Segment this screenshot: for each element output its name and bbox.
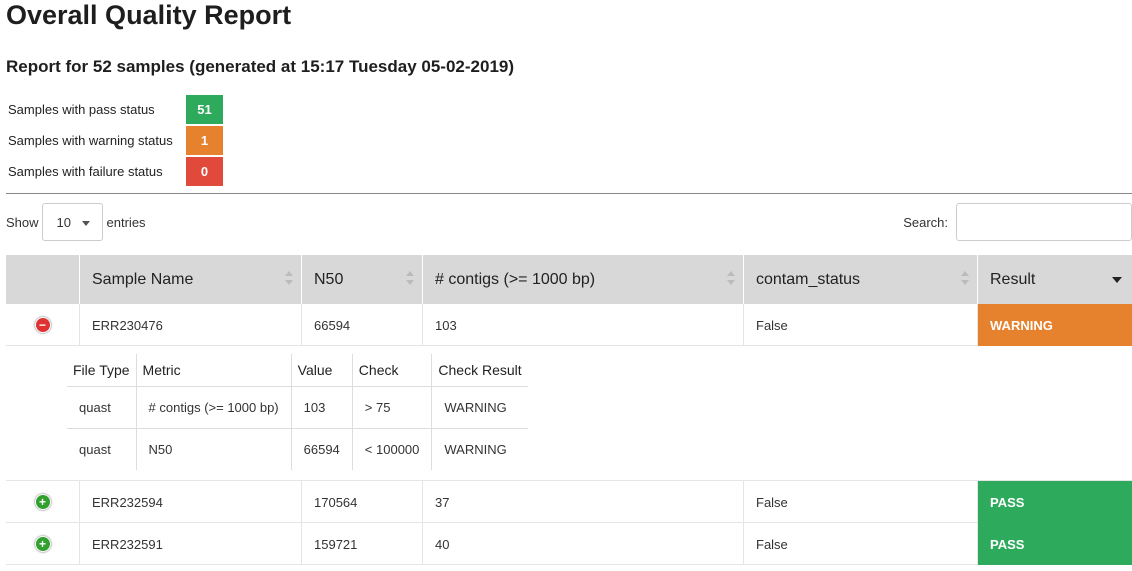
details-header-metric: Metric: [135, 354, 292, 387]
samples-table: Sample Name N50 # contigs (>= 1000 bp) c…: [6, 255, 1132, 565]
details-row: quast # contigs (>= 1000 bp) 103 > 75 WA…: [67, 386, 528, 429]
column-header-sample-name[interactable]: Sample Name: [79, 255, 301, 304]
page-title: Overall Quality Report: [6, 0, 292, 30]
summary-label: Samples with pass status: [8, 102, 155, 117]
search-label: Search:: [903, 214, 948, 230]
details-header-check-result: Check Result: [431, 354, 528, 387]
expand-icon[interactable]: +: [34, 536, 51, 552]
section-divider: [6, 193, 1132, 194]
summary-warning-row: Samples with warning status 1: [8, 125, 223, 156]
failure-count-badge: 0: [186, 157, 223, 186]
page-length-control: Show 10 entries: [6, 203, 146, 241]
column-header-contigs[interactable]: # contigs (>= 1000 bp): [422, 255, 743, 304]
summary-failure-row: Samples with failure status 0: [8, 156, 223, 187]
result-cell-pass: PASS: [977, 523, 1132, 565]
metric-cell: # contigs (>= 1000 bp): [135, 386, 292, 429]
contigs-cell: 37: [422, 481, 743, 523]
row-toggle-cell[interactable]: −: [6, 304, 79, 346]
summary-pass-row: Samples with pass status 51: [8, 94, 223, 125]
result-cell-warning: WARNING: [977, 304, 1132, 346]
table-row: − ERR230476 66594 103 False WARNING: [6, 304, 1132, 346]
row-toggle-cell[interactable]: +: [6, 481, 79, 523]
sample-name-cell: ERR232594: [79, 481, 301, 523]
search-control: Search:: [903, 203, 1132, 241]
column-header-toggle: [6, 255, 79, 304]
sort-icon: [961, 271, 969, 287]
warning-count-badge: 1: [186, 126, 223, 155]
column-header-label: Sample Name: [92, 270, 194, 288]
page-length-select[interactable]: 10: [41, 203, 103, 241]
row-toggle-cell[interactable]: +: [6, 523, 79, 565]
check-cell: > 75: [351, 386, 432, 429]
pass-count-badge: 51: [186, 95, 223, 124]
details-header-check: Check: [351, 354, 432, 387]
contam-status-cell: False: [743, 481, 977, 523]
table-header: Sample Name N50 # contigs (>= 1000 bp) c…: [6, 255, 1132, 304]
column-header-contam-status[interactable]: contam_status: [743, 255, 977, 304]
value-cell: 66594: [290, 428, 353, 470]
table-row: + ERR232594 170564 37 False PASS: [6, 481, 1132, 523]
summary-label: Samples with failure status: [8, 164, 163, 179]
sort-descending-icon: [1112, 277, 1122, 283]
column-header-label: contam_status: [756, 270, 861, 288]
details-row: quast N50 66594 < 100000 WARNING: [67, 428, 528, 470]
column-header-result[interactable]: Result: [977, 255, 1132, 304]
column-header-label: Result: [990, 270, 1036, 288]
metric-cell: N50: [135, 428, 292, 470]
caret-down-icon: [81, 221, 90, 226]
collapse-icon[interactable]: −: [34, 317, 51, 333]
sample-name-cell: ERR230476: [79, 304, 301, 346]
check-result-cell: WARNING: [431, 386, 528, 429]
result-cell-pass: PASS: [977, 481, 1132, 523]
sort-icon: [285, 271, 293, 287]
column-header-label: N50: [314, 270, 344, 288]
show-label: Show: [6, 214, 39, 230]
contam-status-cell: False: [743, 523, 977, 565]
entries-label: entries: [106, 214, 146, 230]
check-result-cell: WARNING: [431, 428, 528, 470]
check-details-table: File Type Metric Value Check Check Resul…: [67, 354, 528, 470]
n50-cell: 170564: [301, 481, 422, 523]
contam-status-cell: False: [743, 304, 977, 346]
value-cell: 103: [290, 386, 353, 429]
search-input[interactable]: [956, 203, 1132, 241]
contigs-cell: 40: [422, 523, 743, 565]
column-header-label: # contigs (>= 1000 bp): [435, 270, 596, 288]
report-subtitle: Report for 52 samples (generated at 15:1…: [6, 57, 515, 76]
details-header-value: Value: [290, 354, 353, 387]
expand-icon[interactable]: +: [34, 494, 51, 510]
file-type-cell: quast: [67, 386, 137, 429]
sort-icon: [727, 271, 735, 287]
check-cell: < 100000: [351, 428, 432, 470]
sample-name-cell: ERR232591: [79, 523, 301, 565]
table-row: + ERR232591 159721 40 False PASS: [6, 523, 1132, 565]
summary-label: Samples with warning status: [8, 133, 173, 148]
sort-icon: [406, 271, 414, 287]
n50-cell: 66594: [301, 304, 422, 346]
details-header-file-type: File Type: [67, 354, 137, 387]
page-length-value: 10: [56, 214, 71, 230]
status-summary: Samples with pass status 51 Samples with…: [8, 94, 223, 187]
row-details: File Type Metric Value Check Check Resul…: [6, 346, 1132, 481]
file-type-cell: quast: [79, 441, 111, 457]
contigs-cell: 103: [422, 304, 743, 346]
n50-cell: 159721: [301, 523, 422, 565]
column-header-n50[interactable]: N50: [301, 255, 422, 304]
